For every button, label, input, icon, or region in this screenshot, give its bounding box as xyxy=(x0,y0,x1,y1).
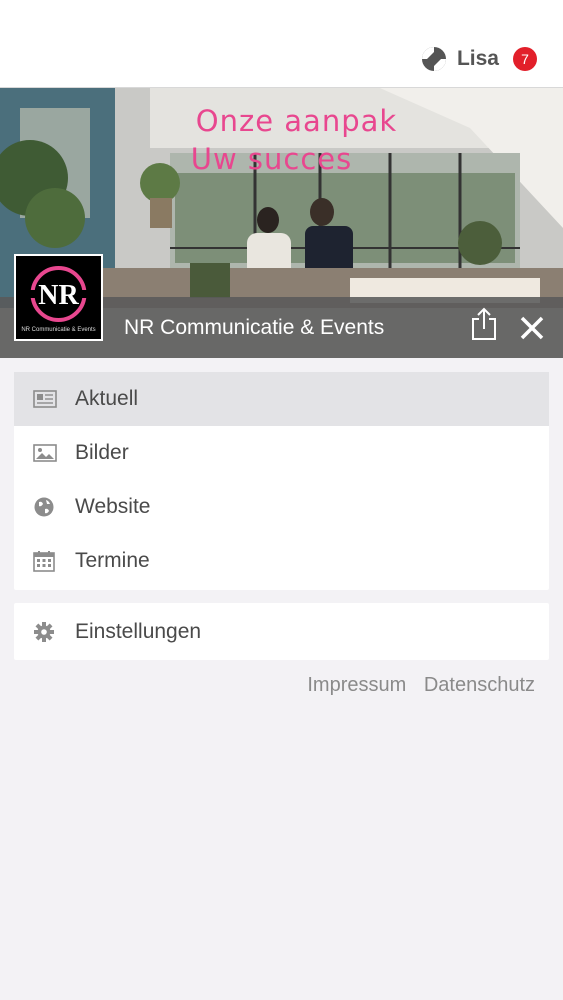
impressum-link[interactable]: Impressum xyxy=(307,674,406,696)
share-icon[interactable] xyxy=(470,307,498,341)
menu-item-label: Website xyxy=(75,495,151,518)
menu-item-termine[interactable]: Termine xyxy=(14,534,549,588)
menu-item-label: Bilder xyxy=(75,441,129,464)
app-logo-icon xyxy=(421,47,446,71)
globe-icon xyxy=(34,497,54,517)
menu-item-label: Einstellungen xyxy=(75,619,202,643)
organization-name: NR Communicatie & Events xyxy=(124,316,385,339)
notification-badge[interactable]: 7 xyxy=(513,47,537,71)
menu-item-website[interactable]: Website xyxy=(14,480,549,534)
datenschutz-link[interactable]: Datenschutz xyxy=(424,674,535,696)
image-icon xyxy=(33,444,57,462)
banner-slogan-line1: Onze aanpak xyxy=(195,104,398,138)
logo-subtitle: NR Communicatie & Events xyxy=(21,327,95,333)
banner-slogan-line2: Uw succes xyxy=(190,142,353,176)
user-name[interactable]: Lisa xyxy=(457,47,499,71)
menu-item-einstellungen[interactable]: Einstellungen xyxy=(14,603,549,660)
navigation-menu: Aktuell Bilder Website Termine xyxy=(14,372,549,590)
organization-logo: NR NR Communicatie & Events xyxy=(14,254,103,341)
settings-menu: Einstellungen xyxy=(14,603,549,660)
header-banner: Onze aanpak Uw succes NR NR Communicatie… xyxy=(0,88,563,358)
user-account[interactable]: Lisa 7 xyxy=(421,44,537,74)
newspaper-icon xyxy=(33,390,57,408)
top-bar: Lisa 7 xyxy=(0,0,563,88)
footer-links: Impressum Datenschutz xyxy=(295,674,535,697)
logo-letters: NR xyxy=(38,280,79,311)
menu-item-aktuell[interactable]: Aktuell xyxy=(14,372,549,426)
menu-item-bilder[interactable]: Bilder xyxy=(14,426,549,480)
close-icon[interactable] xyxy=(520,316,544,340)
nr-logo-icon: NR NR Communicatie & Events xyxy=(21,266,96,333)
gear-icon xyxy=(34,621,54,642)
calendar-icon xyxy=(33,551,55,572)
menu-item-label: Termine xyxy=(75,549,150,572)
menu-item-label: Aktuell xyxy=(75,387,139,410)
